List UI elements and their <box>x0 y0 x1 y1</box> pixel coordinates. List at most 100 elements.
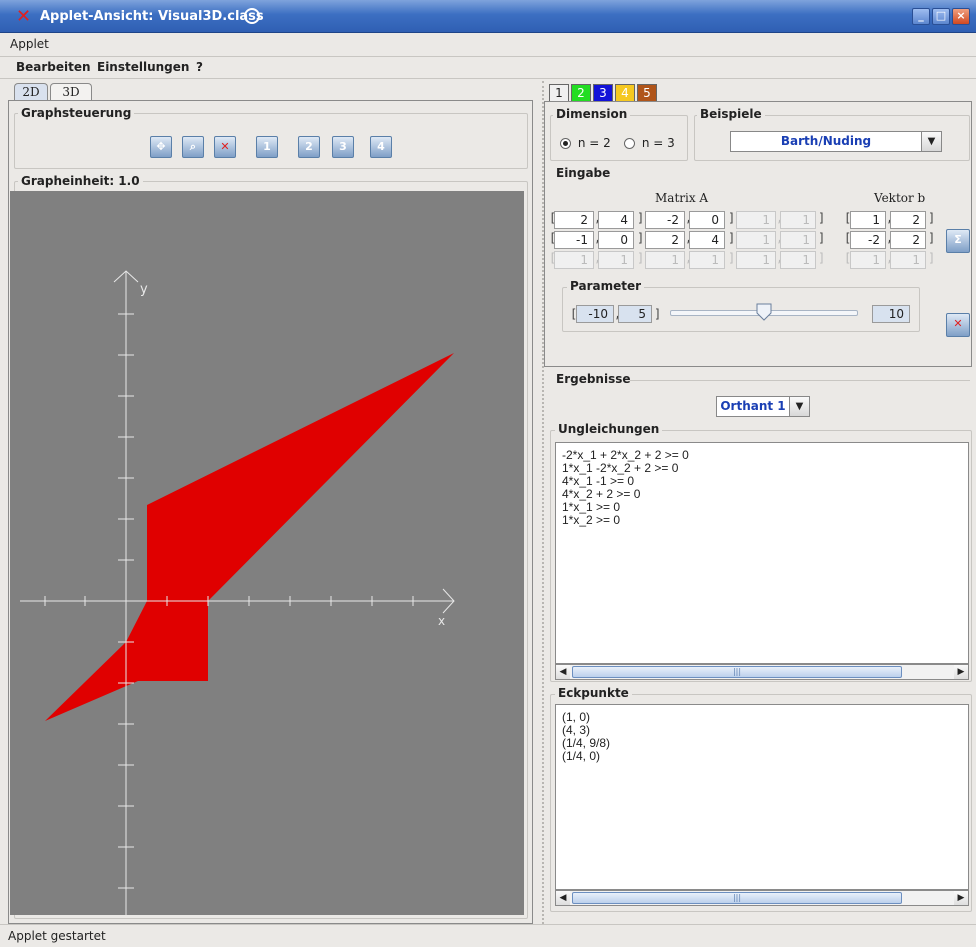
view-3-button[interactable]: 3 <box>332 136 354 158</box>
move-icon: ✥ <box>156 140 166 153</box>
view-2-button[interactable]: 2 <box>298 136 320 158</box>
matrix-cell[interactable]: -2 <box>645 211 685 229</box>
clear-icon: ✕ <box>220 140 230 153</box>
scroll-right-icon[interactable]: ▶ <box>954 891 968 905</box>
radio-n2-label: n = 2 <box>577 136 611 150</box>
view-4-button[interactable]: 4 <box>370 136 392 158</box>
beispiele-dropdown[interactable]: Barth/Nuding ▼ <box>730 131 942 152</box>
scroll-left-icon[interactable]: ◀ <box>556 891 570 905</box>
scroll-thumb[interactable]: ||| <box>572 666 902 678</box>
bracket: ] <box>818 251 826 265</box>
inequality-line: 4*x_2 + 2 >= 0 <box>562 487 641 501</box>
matrix-cell[interactable]: 0 <box>689 211 725 229</box>
view-2-icon: 2 <box>305 140 313 153</box>
matrix-cell[interactable]: 0 <box>598 231 634 249</box>
orthant-dropdown[interactable]: Orthant 1 ▼ <box>716 396 810 417</box>
view-1-button[interactable]: 1 <box>256 136 278 158</box>
graph-canvas[interactable]: x y <box>10 191 524 915</box>
reset-button[interactable]: ✕ <box>946 313 970 337</box>
slider-thumb-icon <box>756 303 772 321</box>
vector-cell[interactable]: 1 <box>850 211 886 229</box>
applet-menubar: Applet <box>0 33 976 57</box>
tab-2-label: 2 <box>577 86 585 100</box>
bracket: ] <box>818 231 826 245</box>
tab-2d[interactable]: 2D <box>14 83 48 101</box>
inequality-line: 1*x_2 >= 0 <box>562 513 621 527</box>
eckpunkte-textarea[interactable]: (1, 0) (4, 3) (1/4, 9/8) (1/4, 0) <box>555 704 969 890</box>
status-text: Applet gestartet <box>8 929 106 943</box>
matrix-cell[interactable]: 4 <box>598 211 634 229</box>
vertex-line: (4, 3) <box>562 723 591 737</box>
zoom-icon: ⌕ <box>189 140 197 153</box>
matrix-cell: 1 <box>689 251 725 269</box>
ungleichungen-scrollbar[interactable]: ◀ ||| ▶ <box>555 664 969 680</box>
y-axis-label: y <box>140 282 148 297</box>
app-close-icon[interactable]: ✕ <box>16 6 31 27</box>
matrix-cell: 1 <box>736 231 776 249</box>
grapheinheit-label: Grapheinheit: 1.0 <box>18 174 143 188</box>
clear-button[interactable]: ✕ <box>214 136 236 158</box>
graph-toolbar: ✥ ⌕ ✕ 1 2 3 4 <box>150 136 400 158</box>
radio-n3-indicator <box>624 138 635 149</box>
tab-3d[interactable]: 3D <box>50 83 92 101</box>
ungleichungen-textarea[interactable]: -2*x_1 + 2*x_2 + 2 >= 0 1*x_1 -2*x_2 + 2… <box>555 442 969 664</box>
matrix-cell: 1 <box>736 211 776 229</box>
tab-2[interactable]: 2 <box>571 84 591 101</box>
menu-help[interactable]: ? <box>196 60 203 74</box>
radio-n2-indicator <box>560 138 571 149</box>
tab-4[interactable]: 4 <box>615 84 635 101</box>
scroll-thumb[interactable]: ||| <box>572 892 902 904</box>
zoom-button[interactable]: ⌕ <box>182 136 204 158</box>
matrix-cell[interactable]: 2 <box>645 231 685 249</box>
orthant-value: Orthant 1 <box>720 399 786 413</box>
vector-cell[interactable]: 2 <box>890 211 926 229</box>
compute-button[interactable]: Σ <box>946 229 970 253</box>
tab-1[interactable]: 1 <box>549 84 569 101</box>
vector-cell: 1 <box>850 251 886 269</box>
x-axis-label: x <box>438 614 445 628</box>
matrix-cell: 1 <box>554 251 594 269</box>
vertex-line: (1/4, 0) <box>562 749 601 763</box>
matrix-cell[interactable]: 4 <box>689 231 725 249</box>
menu-bearbeiten[interactable]: Bearbeiten <box>16 60 91 74</box>
matrix-cell[interactable]: -1 <box>554 231 594 249</box>
minimize-button[interactable]: _ <box>912 8 930 25</box>
tab-1-label: 1 <box>555 86 563 100</box>
parameter-max-field[interactable]: 10 <box>872 305 910 323</box>
scroll-right-icon[interactable]: ▶ <box>954 665 968 679</box>
reset-icon: ✕ <box>953 317 963 330</box>
parameter-min-field[interactable]: -10 <box>576 305 614 323</box>
graphsteuerung-label: Graphsteuerung <box>18 106 135 120</box>
radio-n3-label: n = 3 <box>641 136 675 150</box>
vector-cell[interactable]: 2 <box>890 231 926 249</box>
menu-applet[interactable]: Applet <box>10 37 49 51</box>
matrix-a-label: Matrix A <box>655 191 709 205</box>
bracket: ] <box>928 231 936 245</box>
bracket: ] <box>928 251 936 265</box>
main-menubar: Bearbeiten Einstellungen ? <box>0 57 976 79</box>
ergebnisse-separator <box>630 380 970 381</box>
vector-cell[interactable]: -2 <box>850 231 886 249</box>
matrix-cell: 1 <box>598 251 634 269</box>
parameter-slider-thumb[interactable] <box>756 303 772 321</box>
window-title: Applet-Ansicht: Visual3D.class <box>40 9 264 24</box>
bracket: ] <box>928 211 936 225</box>
radio-n3[interactable]: n = 3 <box>624 136 675 150</box>
inequality-line: 1*x_1 >= 0 <box>562 500 621 514</box>
matrix-cell: 1 <box>780 211 816 229</box>
maximize-button[interactable]: □ <box>932 8 950 25</box>
matrix-cell[interactable]: 2 <box>554 211 594 229</box>
spiral-icon <box>244 8 260 24</box>
scroll-left-icon[interactable]: ◀ <box>556 665 570 679</box>
window-close-button[interactable]: × <box>952 8 970 25</box>
tab-5[interactable]: 5 <box>637 84 657 101</box>
tab-3[interactable]: 3 <box>593 84 613 101</box>
radio-n2[interactable]: n = 2 <box>560 136 611 150</box>
vertex-line: (1/4, 9/8) <box>562 736 611 750</box>
eckpunkte-scrollbar[interactable]: ◀ ||| ▶ <box>555 890 969 906</box>
move-button[interactable]: ✥ <box>150 136 172 158</box>
vektor-b-label: Vektor b <box>874 191 926 205</box>
vertex-line: (1, 0) <box>562 710 591 724</box>
menu-einstellungen[interactable]: Einstellungen <box>97 60 189 74</box>
parameter-value-field[interactable]: 5 <box>618 305 652 323</box>
